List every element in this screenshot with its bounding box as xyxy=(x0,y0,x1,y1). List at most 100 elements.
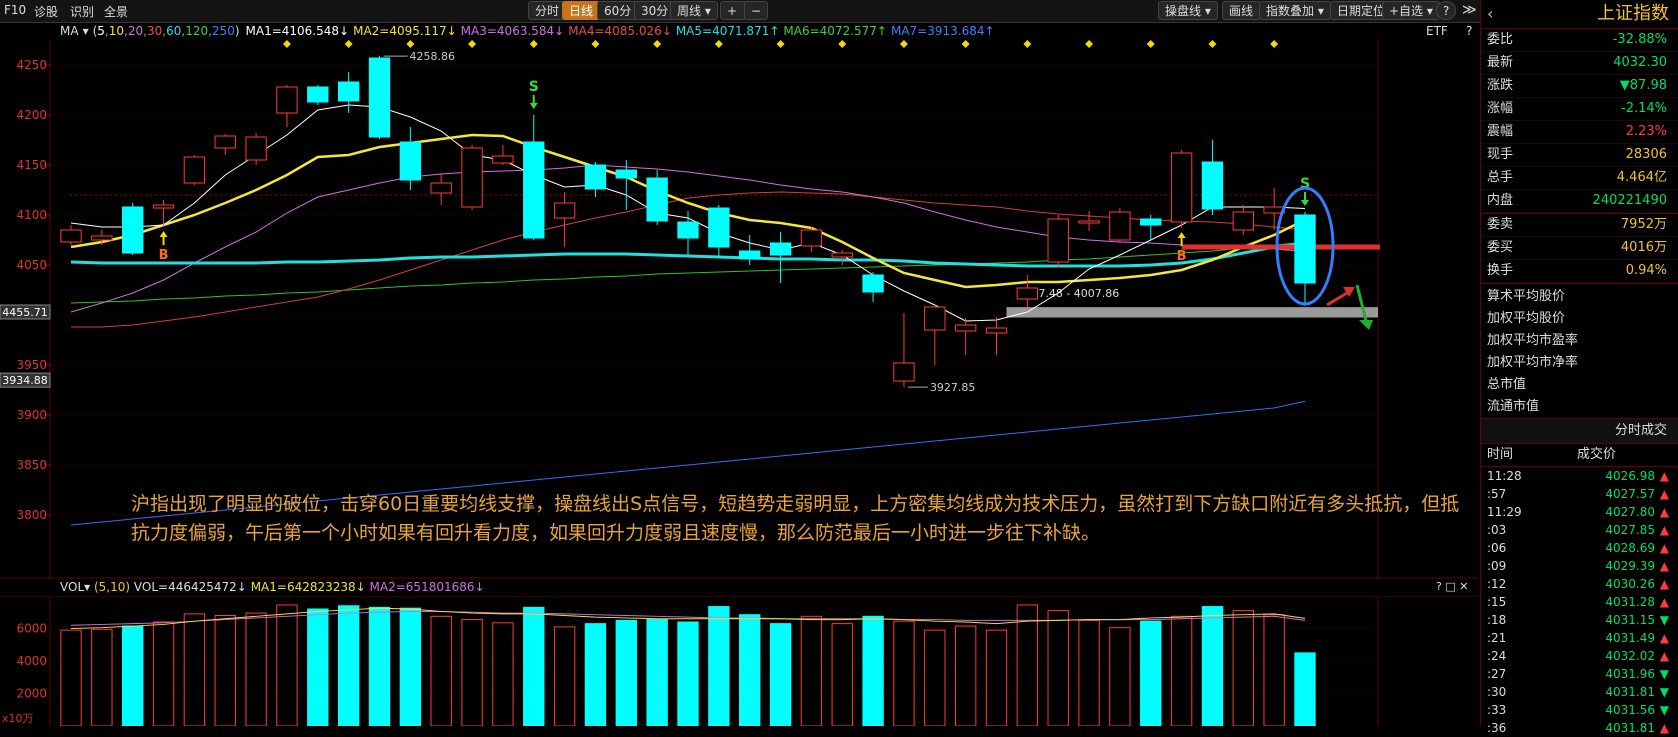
down-arrow-icon: ▼ xyxy=(1659,613,1669,627)
trade-line-dropdown[interactable]: 操盘线 ▾ xyxy=(1158,1,1218,20)
diagnose-link[interactable]: 诊股 xyxy=(34,3,58,20)
tick-price: 4031.81 xyxy=(1605,685,1655,699)
candle xyxy=(492,145,514,165)
zoom-in-button[interactable]: + xyxy=(720,1,746,20)
etf-toggle[interactable]: ETF xyxy=(1426,24,1448,38)
tick-time: :06 xyxy=(1487,541,1507,555)
ma-label[interactable]: MA xyxy=(60,24,79,38)
tick-price: 4031.15 xyxy=(1605,613,1655,627)
signal-diamond xyxy=(1270,40,1279,48)
volume-bar-up xyxy=(1170,615,1193,726)
volume-bar-up xyxy=(553,626,576,726)
tick-time: 11:29 xyxy=(1487,505,1522,519)
zoom-out-button[interactable]: − xyxy=(744,1,768,20)
volume-bar-down xyxy=(307,608,329,726)
volume-bar-up xyxy=(1232,610,1254,726)
tick-row[interactable]: :06 4028.69 ▲ xyxy=(1481,539,1678,557)
candle-body-down xyxy=(677,221,699,239)
candle-body-down xyxy=(1294,214,1316,284)
tick-row[interactable]: :27 4031.96 ▼ xyxy=(1481,665,1678,683)
candle-body-up xyxy=(152,204,175,209)
analysis-annotation: 沪指出现了明显的破位，击穿60日重要均线支撑，操盘线出S点信号，短趋势走弱明显，… xyxy=(131,493,1460,544)
stats-list: 算术平均股价 加权平均股价 加权平均市盈率 加权平均市净率 总市值 流通市值 xyxy=(1481,283,1678,418)
b-signal-label: B xyxy=(159,248,169,263)
tick-price: 4029.39 xyxy=(1605,559,1655,573)
tick-row[interactable]: :18 4031.15 ▼ xyxy=(1481,611,1678,629)
candle-body-down xyxy=(399,141,422,181)
candle-body-down xyxy=(615,169,637,179)
identify-link[interactable]: 识别 xyxy=(70,3,94,20)
order-row: 换手 0.94% xyxy=(1481,260,1678,283)
tab-60min[interactable]: 60分 xyxy=(597,1,639,20)
vol-label[interactable]: VOL xyxy=(60,580,84,594)
volume-bar-up xyxy=(1109,627,1131,726)
tick-row[interactable]: 11:28 4026.98 ▲ xyxy=(1481,467,1678,485)
candle-body-up xyxy=(1078,220,1100,224)
y-tick-label: 3800 xyxy=(16,508,47,522)
tick-row[interactable]: :12 4030.26 ▲ xyxy=(1481,575,1678,593)
candle-body-up xyxy=(214,135,236,149)
ma-values: MA1=4106.548↓ MA2=4095.117↓ MA3=4063.584↓ M… xyxy=(246,24,999,38)
volume-bar-down xyxy=(122,625,144,726)
volume-bar-up xyxy=(893,620,915,726)
ma-param: 60 xyxy=(166,24,182,38)
tab-daily[interactable]: 日线 xyxy=(562,1,601,20)
b-arrowhead xyxy=(159,231,168,237)
draw-line-button[interactable]: 画线 xyxy=(1222,1,1261,20)
quote-row: 最新 4032.30 xyxy=(1481,52,1678,75)
signal-diamond xyxy=(468,40,477,48)
tick-row[interactable]: :57 4027.57 ▲ xyxy=(1481,485,1678,503)
quote-list: 委比 -32.88% 最新 4032.30 涨跌 ▼87.98 涨幅 -2.14% 震幅 2.23… xyxy=(1481,29,1678,213)
gap-band xyxy=(1006,307,1378,318)
up-arrow-icon: ▲ xyxy=(1659,541,1669,555)
tick-row[interactable]: :24 4032.02 ▲ xyxy=(1481,647,1678,665)
tick-row[interactable]: :33 4031.56 ▼ xyxy=(1481,701,1678,719)
volume-tick-label: 4000 xyxy=(16,654,47,668)
candle xyxy=(893,313,915,388)
candle xyxy=(1047,215,1069,267)
index-overlay-dropdown[interactable]: 指数叠加 ▾ xyxy=(1259,1,1331,20)
tick-row[interactable]: 11:29 4027.80 ▲ xyxy=(1481,503,1678,521)
volume-bar-down xyxy=(337,605,360,726)
f10-link[interactable]: F10 xyxy=(4,3,26,17)
overview-link[interactable]: 全景 xyxy=(104,3,128,20)
candle xyxy=(430,173,452,205)
volume-panel-icons[interactable]: ? □ ✕ xyxy=(1436,580,1468,593)
vol-value: VOL=446425472↓ xyxy=(133,580,247,594)
candle-body-up xyxy=(553,202,576,219)
candle xyxy=(985,317,1008,355)
down-arrow-icon: ▼ xyxy=(1659,685,1669,699)
ma-help-icon[interactable]: ? xyxy=(1466,24,1472,38)
volume-bar-down xyxy=(399,607,422,726)
volume-chart[interactable]: 2000 4000 6000 x10万 xyxy=(0,596,1478,726)
tick-time: :03 xyxy=(1487,523,1507,537)
tick-row[interactable]: :09 4029.39 ▲ xyxy=(1481,557,1678,575)
quote-value: 240221490 xyxy=(1592,193,1667,208)
ma-param: 20 xyxy=(127,24,144,38)
up-arrow-icon: ▲ xyxy=(1659,631,1669,645)
tick-row[interactable]: :15 4031.28 ▲ xyxy=(1481,593,1678,611)
tick-time: :15 xyxy=(1487,595,1507,609)
tick-price: 4031.49 xyxy=(1605,631,1655,645)
ticks-list[interactable]: 11:28 4026.98 ▲:57 4027.57 ▲ 11:29 4027.80 ▲ :03… xyxy=(1481,467,1678,737)
tick-price: 4027.80 xyxy=(1605,505,1655,519)
signal-diamond xyxy=(961,40,970,48)
tick-row[interactable]: :03 4027.85 ▲ xyxy=(1481,521,1678,539)
tick-row[interactable]: :21 4031.49 ▲ xyxy=(1481,629,1678,647)
help-icon[interactable]: ? xyxy=(1436,1,1456,20)
back-icon[interactable]: ‹ xyxy=(1487,0,1493,28)
ma-params-close: ) xyxy=(234,24,240,38)
collapse-icon[interactable]: ≫ xyxy=(1462,2,1477,18)
ticks-section-title[interactable]: 分时成交 xyxy=(1481,418,1678,444)
tab-weekly[interactable]: 周线 ▾ xyxy=(670,1,718,20)
candle-body-down xyxy=(1201,161,1224,210)
red-arrow xyxy=(1326,291,1348,307)
candle-body-down xyxy=(769,242,792,256)
candle xyxy=(307,85,329,105)
volume-bar-up xyxy=(800,615,823,726)
quote-value: 7952万 xyxy=(1620,217,1667,232)
tick-row[interactable]: :30 4031.81 ▼ xyxy=(1481,683,1678,701)
tab-intraday[interactable]: 分时 xyxy=(528,1,567,20)
tick-row[interactable]: :36 4031.81 ▲ xyxy=(1481,719,1678,737)
add-watchlist-dropdown[interactable]: +自选 ▾ xyxy=(1382,1,1440,20)
